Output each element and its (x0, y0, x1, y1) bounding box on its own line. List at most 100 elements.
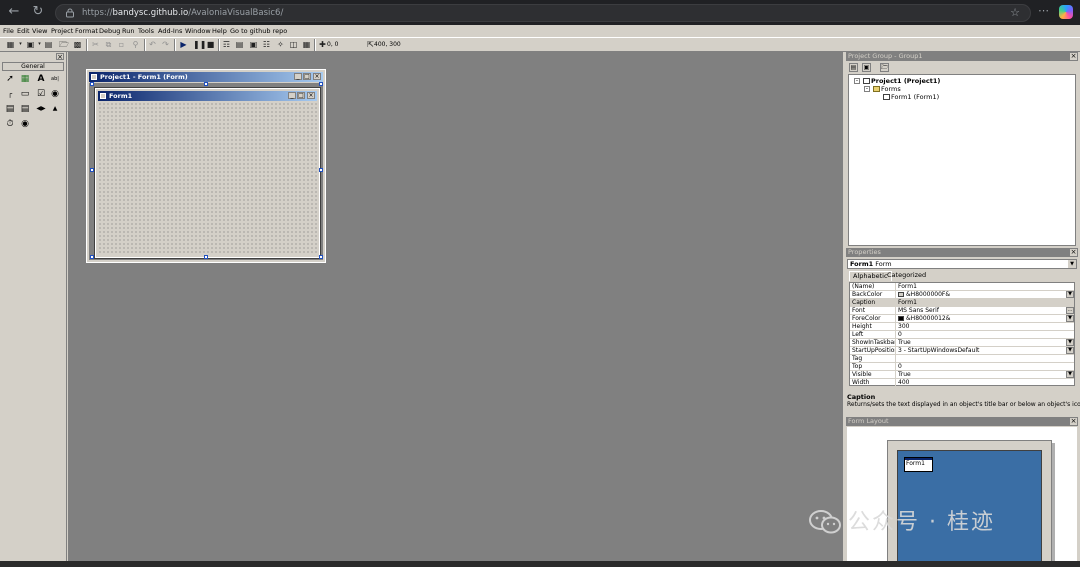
form1-grid-canvas[interactable] (98, 102, 317, 255)
property-row[interactable]: Left 0 (850, 331, 1074, 339)
property-value[interactable]: 3 - StartUpWindowsDefault (898, 347, 1066, 355)
optionbutton-tool-icon[interactable]: ◉ (49, 88, 61, 100)
start-icon[interactable]: ▶ (179, 40, 188, 49)
menu-project[interactable]: Project (51, 26, 73, 36)
collapse-icon[interactable]: - (854, 78, 860, 84)
resize-handle[interactable] (319, 168, 323, 172)
property-row[interactable]: Width 400 (850, 379, 1074, 387)
tree-forms-folder[interactable]: Forms (873, 85, 901, 93)
chevron-down-icon[interactable]: ▼ (1066, 291, 1074, 298)
resize-handle[interactable] (204, 82, 208, 86)
reload-icon[interactable]: ↻ (30, 4, 46, 20)
save-project-icon[interactable]: ▩ (73, 40, 82, 49)
tab-categorized[interactable]: Categorized (884, 271, 929, 281)
chevron-down-icon[interactable]: ▼ (1068, 260, 1076, 268)
property-value[interactable]: True (898, 339, 1066, 347)
property-value[interactable]: 0 (898, 363, 1066, 371)
hscrollbar-tool-icon[interactable]: ◀▶ (35, 103, 47, 115)
form-layout-form1[interactable]: Form1 (904, 457, 933, 472)
add-form-icon[interactable]: ▣ (26, 40, 35, 49)
menu-view[interactable]: View (32, 26, 47, 36)
chevron-down-icon[interactable]: ▼ (1066, 347, 1074, 354)
resize-handle[interactable] (90, 82, 94, 86)
ellipsis-button[interactable]: … (1066, 307, 1074, 314)
property-value[interactable]: 0 (898, 331, 1066, 339)
maximize-icon[interactable]: □ (297, 92, 305, 99)
property-row[interactable]: BackColor &H8000000F& ▼ (850, 291, 1074, 299)
paste-icon[interactable]: ▫ (117, 40, 126, 49)
object-browser-icon[interactable]: ☷ (262, 40, 271, 49)
more-menu-icon[interactable]: ⋯ (1038, 4, 1049, 18)
back-icon[interactable]: ← (6, 4, 22, 20)
break-icon[interactable]: ❚❚ (193, 40, 206, 49)
collapse-icon[interactable]: - (864, 86, 870, 92)
chevron-down-icon[interactable]: ▼ (1066, 339, 1074, 346)
close-icon[interactable]: × (56, 53, 64, 61)
picturebox-tool-icon[interactable]: ▦ (19, 73, 31, 85)
minimize-icon[interactable]: _ (294, 73, 302, 80)
property-row[interactable]: Font MS Sans Serif… (850, 307, 1074, 315)
toolbox-icon[interactable]: ✧ (276, 40, 285, 49)
menu-help[interactable]: Help (212, 26, 227, 36)
end-icon[interactable]: ■ (206, 40, 215, 49)
menu-debug[interactable]: Debug (99, 26, 120, 36)
find-icon[interactable]: ⚲ (131, 40, 140, 49)
minimize-icon[interactable]: _ (288, 92, 296, 99)
form-design-surface[interactable]: Form1 _ □ × (89, 83, 323, 260)
menu-edit[interactable]: Edit (17, 26, 30, 36)
object-selector[interactable]: Form1 Form ▼ (847, 259, 1077, 269)
resize-handle[interactable] (319, 255, 323, 259)
property-value[interactable]: True (898, 371, 1066, 379)
view-code-icon[interactable]: ▤ (849, 63, 858, 72)
properties-window-icon[interactable]: ▤ (235, 40, 244, 49)
listbox-tool-icon[interactable]: ▤ (19, 103, 31, 115)
property-row[interactable]: (Name) Form1 (850, 283, 1074, 291)
property-row[interactable]: StartUpPosition 3 - StartUpWindowsDefault… (850, 347, 1074, 355)
toggle-folders-icon[interactable]: 🗁 (880, 63, 889, 72)
chevron-down-icon[interactable]: ▼ (1066, 371, 1074, 378)
project-window-titlebar[interactable]: Project1 - Form1 (Form) _ □ × (89, 72, 323, 82)
textbox-tool-icon[interactable]: ab| (49, 73, 61, 85)
property-row[interactable]: Caption Form1 (850, 299, 1074, 307)
form1-titlebar[interactable]: Form1 _ □ × (98, 91, 317, 101)
combobox-tool-icon[interactable]: ▤ (4, 103, 16, 115)
redo-icon[interactable]: ↷ (161, 40, 170, 49)
add-form-dropdown-icon[interactable]: ▾ (35, 40, 44, 49)
site-info-icon[interactable] (65, 8, 75, 18)
component-manager-icon[interactable]: ▦ (302, 40, 311, 49)
form-designer-area[interactable]: Project1 - Form1 (Form) _ □ × Form1 _ □ … (68, 52, 843, 562)
address-bar[interactable]: https://bandysc.github.io/AvaloniaVisual… (55, 4, 1031, 22)
property-value[interactable]: 300 (898, 323, 1066, 331)
property-value[interactable]: MS Sans Serif (898, 307, 1066, 315)
checkbox-tool-icon[interactable]: ☑ (35, 88, 47, 100)
form-layout-icon[interactable]: ▣ (249, 40, 258, 49)
chevron-down-icon[interactable]: ▼ (1066, 315, 1074, 322)
menu-github-repo[interactable]: Go to github repo (230, 26, 287, 36)
add-project-dropdown-icon[interactable]: ▾ (16, 40, 25, 49)
cut-icon[interactable]: ✂ (91, 40, 100, 49)
view-object-icon[interactable]: ▣ (862, 63, 871, 72)
property-row[interactable]: Visible True ▼ (850, 371, 1074, 379)
menu-run[interactable]: Run (122, 26, 134, 36)
frame-tool-icon[interactable]: ┌ (4, 88, 16, 100)
project-form-window[interactable]: Project1 - Form1 (Form) _ □ × Form1 _ □ … (85, 68, 327, 264)
bookmark-star-icon[interactable]: ☆ (1010, 6, 1020, 20)
tree-form1-node[interactable]: Form1 (Form1) (883, 93, 939, 101)
resize-handle[interactable] (204, 255, 208, 259)
add-project-icon[interactable]: ▦ (6, 40, 15, 49)
menu-file[interactable]: File (3, 26, 14, 36)
resize-handle[interactable] (319, 82, 323, 86)
property-value[interactable]: &H80000012& (898, 315, 1066, 323)
menu-addins[interactable]: Add-Ins (158, 26, 182, 36)
timer-tool-icon[interactable]: ⏱ (4, 118, 16, 130)
project-explorer-icon[interactable]: ☶ (222, 40, 231, 49)
resize-handle[interactable] (90, 168, 94, 172)
tree-project-node[interactable]: Project1 (Project1) (863, 77, 940, 85)
data-view-icon[interactable]: ◫ (289, 40, 298, 49)
form1-window[interactable]: Form1 _ □ × (94, 87, 321, 259)
vscrollbar-tool-icon[interactable]: ▲ (49, 103, 61, 115)
property-value[interactable]: Form1 (898, 299, 1066, 307)
undo-icon[interactable]: ↶ (148, 40, 157, 49)
menu-tools[interactable]: Tools (138, 26, 154, 36)
close-icon[interactable]: × (1070, 418, 1077, 425)
